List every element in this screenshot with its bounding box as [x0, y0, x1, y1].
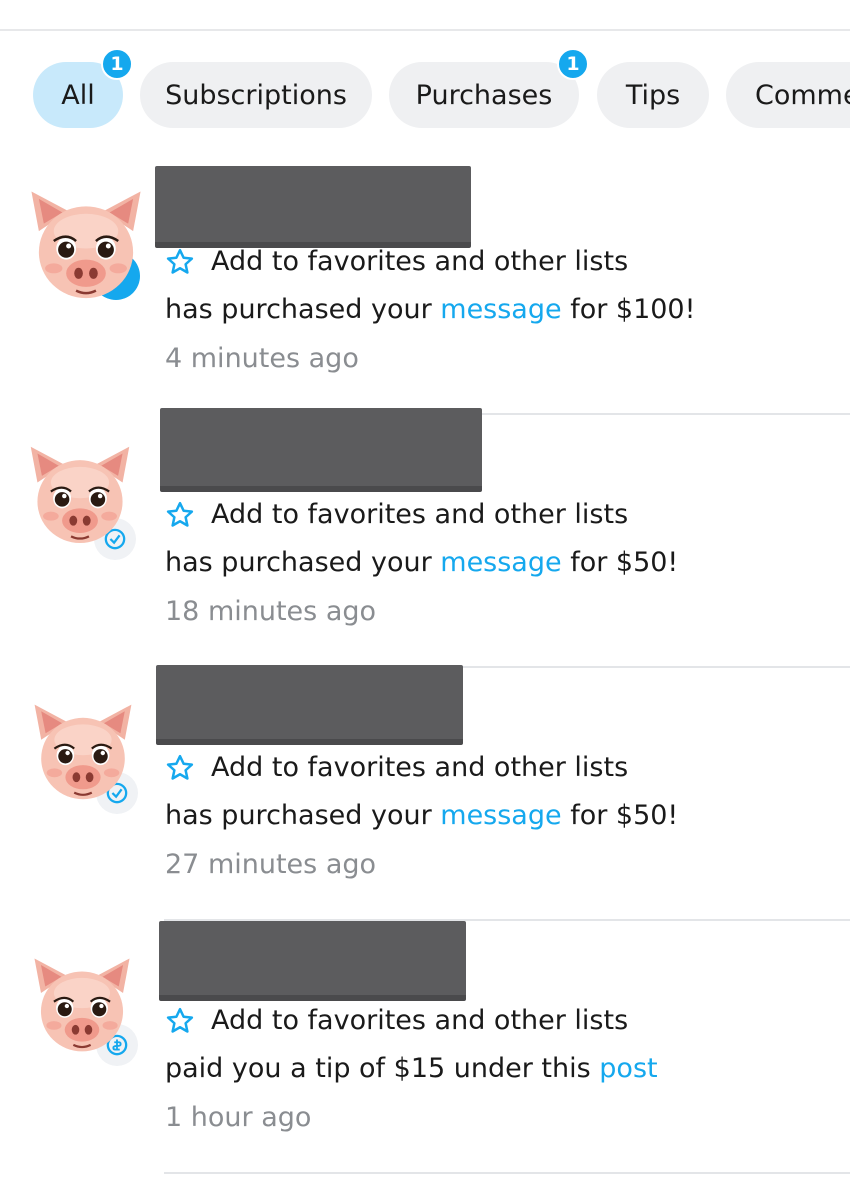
notification-divider [164, 1172, 850, 1174]
pig-face-avatar [24, 440, 136, 552]
filter-chip-label: Tips [625, 79, 681, 111]
notification-text-before: has purchased your [165, 547, 441, 578]
notification-text-before: has purchased your [165, 800, 441, 831]
filter-chip-label: All [61, 79, 95, 111]
redacted-username [160, 408, 482, 492]
favorites-label: Add to favorites and other lists [211, 246, 629, 277]
filter-chip-purchases[interactable]: Purchases [389, 62, 579, 128]
add-to-favorites-button[interactable]: Add to favorites and other lists [165, 499, 628, 530]
star-outline-icon [165, 500, 195, 530]
notification-text: has purchased your message for $50! [165, 547, 678, 578]
favorites-label: Add to favorites and other lists [211, 1005, 629, 1036]
notification-timestamp: 4 minutes ago [165, 343, 359, 374]
filter-chip-tips[interactable]: Tips [597, 62, 709, 128]
notification-timestamp: 27 minutes ago [165, 849, 377, 880]
filter-chip-subscriptions[interactable]: Subscriptions [140, 62, 372, 128]
notification-text-before: paid you a tip of $15 under this [165, 1053, 600, 1084]
notification-text: paid you a tip of $15 under this post [165, 1053, 658, 1084]
star-outline-icon [165, 1006, 195, 1036]
notification-text-after: for $50! [561, 800, 679, 831]
notification-text-after: for $100! [561, 294, 696, 325]
filter-chip-label: Purchases [415, 79, 553, 111]
star-outline-icon [165, 753, 195, 783]
filter-chip-comments[interactable]: Comme [726, 62, 850, 128]
notification-timestamp: 1 hour ago [165, 1102, 312, 1133]
star-outline-icon [165, 247, 195, 277]
notification-text-before: has purchased your [165, 294, 441, 325]
message-link[interactable]: message [440, 547, 561, 578]
filter-tabs: All 1 Subscriptions Purchases 1 Tips Com… [0, 48, 850, 130]
favorites-label: Add to favorites and other lists [211, 752, 629, 783]
notification-text-after: for $50! [561, 547, 679, 578]
notification-text: has purchased your message for $100! [165, 294, 695, 325]
notification-text: has purchased your message for $50! [165, 800, 678, 831]
top-divider [0, 29, 850, 31]
message-link[interactable]: message [440, 294, 561, 325]
favorites-label: Add to favorites and other lists [211, 499, 629, 530]
add-to-favorites-button[interactable]: Add to favorites and other lists [165, 1005, 628, 1036]
redacted-username [155, 166, 471, 248]
message-link[interactable]: message [440, 800, 561, 831]
redacted-username [159, 921, 466, 1001]
avatar[interactable] [24, 440, 142, 560]
add-to-favorites-button[interactable]: Add to favorites and other lists [165, 246, 628, 277]
avatar[interactable] [24, 184, 148, 308]
avatar[interactable] [28, 952, 142, 1066]
pig-face-avatar [28, 952, 136, 1060]
post-link[interactable]: post [599, 1053, 657, 1084]
notification-count-badge: 1 [101, 48, 133, 80]
pig-face-avatar [28, 698, 138, 808]
pig-face-avatar [24, 184, 148, 308]
avatar[interactable] [28, 698, 142, 814]
notification-timestamp: 18 minutes ago [165, 596, 377, 627]
redacted-username [156, 665, 463, 745]
add-to-favorites-button[interactable]: Add to favorites and other lists [165, 752, 628, 783]
notification-count-badge: 1 [557, 48, 589, 80]
filter-chip-label: Subscriptions [165, 79, 347, 111]
filter-chip-label: Comme [755, 79, 850, 111]
